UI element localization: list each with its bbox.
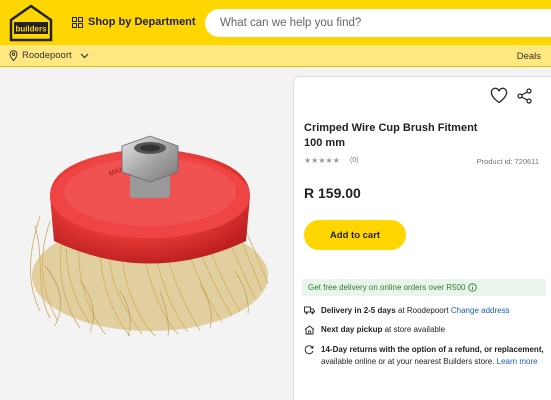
delivery-rest: at Roodepoort [395,306,451,315]
heart-icon[interactable] [490,87,508,105]
return-arrow-icon [304,345,314,355]
rating[interactable]: ★★★★★ (0) [304,156,358,165]
location-selector[interactable]: Roodepoort [9,50,89,61]
info-icon[interactable] [468,283,478,292]
learn-more-link[interactable]: Learn more [497,357,538,366]
top-bar: builders Shop by Department What can we … [0,0,551,45]
location-label: Roodepoort [22,50,72,61]
free-delivery-text: Get free delivery on online orders over … [308,283,466,292]
truck-icon [304,306,315,315]
pickup-info: Next day pickup at store available [304,324,544,336]
store-icon [304,325,315,335]
grid-icon [72,16,83,28]
logo-text: builders [15,25,47,34]
pickup-rest: at store available [382,325,446,334]
dept-label: Shop by Department [88,16,196,28]
location-pin-icon [9,50,18,61]
pickup-bold: Next day pickup [321,325,383,334]
returns-rest: available online or at your nearest Buil… [321,357,497,366]
delivery-bold: Delivery in 2-5 days [321,306,396,315]
product-price: R 159.00 [304,185,361,201]
returns-info: 14-Day returns with the option of a refu… [304,344,544,368]
free-delivery-banner: Get free delivery on online orders over … [302,279,546,296]
product-title: Crimped Wire Cup Brush Fitment 100 mm [304,122,478,149]
deals-link[interactable]: Deals [517,51,541,62]
location-bar: Roodepoort Deals [0,45,551,67]
share-icon[interactable] [516,87,534,105]
review-count: (0) [349,157,359,164]
returns-bold: 14-Day returns with the option of a refu… [321,345,544,354]
add-to-cart-button[interactable]: Add to cart [304,220,406,250]
product-image: MAX 8800 RPM [30,135,269,337]
shop-by-department-button[interactable]: Shop by Department [72,16,196,28]
change-address-link[interactable]: Change address [451,306,510,315]
product-id: Product id: 720611 [476,157,539,166]
product-card: Crimped Wire Cup Brush Fitment 100 mm ★★… [293,76,551,400]
search-placeholder: What can we help you find? [220,17,362,29]
rating-stars: ★★★★★ [304,156,340,165]
search-input[interactable]: What can we help you find? [205,9,551,37]
chevron-down-icon [80,53,89,58]
builders-logo[interactable]: builders [9,4,53,42]
delivery-info: Delivery in 2-5 days at Roodepoort Chang… [304,305,544,317]
